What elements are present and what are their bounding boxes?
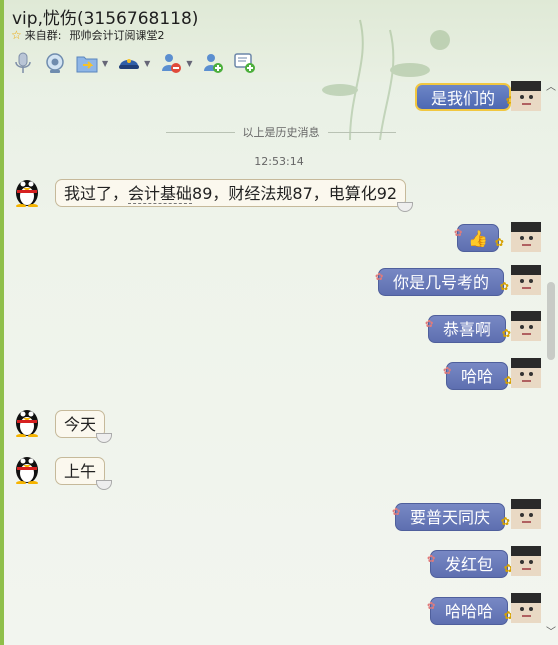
history-divider: 以上是历史消息 — [166, 124, 396, 140]
flower-icon: ✿ — [392, 507, 401, 518]
message-text: 恭喜啊 — [443, 320, 492, 339]
chat-bubble[interactable]: 要普天同庆 ✿ ✿ — [392, 503, 510, 531]
avatar[interactable] — [511, 265, 541, 295]
divider-line — [166, 131, 235, 133]
chat-bubble[interactable]: 发红包 ✿ ✿ — [427, 550, 513, 578]
voice-call-button[interactable] — [10, 50, 36, 76]
star-icon: ☆ — [11, 28, 22, 42]
avatar[interactable] — [511, 222, 541, 252]
flower-icon: ✿ — [500, 515, 511, 528]
chat-bubble[interactable]: 哈哈 ✿ ✿ — [443, 362, 513, 390]
app-hat-icon — [119, 59, 140, 69]
flower-icon: ✿ — [427, 601, 436, 612]
bowl-icon — [96, 480, 113, 490]
message-text-link[interactable]: 会计基础 — [128, 184, 193, 204]
flower-icon: ✿ — [427, 554, 436, 565]
add-contact-icon — [204, 54, 224, 73]
message-add-button[interactable] — [232, 50, 258, 76]
chat-bubble[interactable]: 是我们的 ✿ — [415, 83, 515, 111]
flower-icon: ✿ — [499, 280, 510, 293]
source-group-name[interactable]: 邢帅会计订阅课堂2 — [69, 27, 164, 43]
history-label: 以上是历史消息 — [242, 126, 320, 139]
folder-send-icon — [76, 56, 98, 73]
chat-bubble[interactable]: 你是几号考的 ✿ ✿ — [375, 268, 509, 296]
message-text: 今天 — [64, 415, 97, 434]
remove-contact-button[interactable] — [158, 50, 184, 76]
toolbar: ▼ ▼ ▼ — [10, 49, 264, 77]
avatar[interactable] — [511, 499, 541, 529]
chevron-down-icon[interactable]: ▼ — [186, 59, 192, 68]
source-group: ☆ 来自群: 邢帅会计订阅课堂2 — [11, 27, 164, 43]
app-button[interactable] — [116, 50, 142, 76]
chat-bubble[interactable]: 👍 ✿ ✿ — [454, 224, 504, 252]
background-ornament — [322, 19, 467, 140]
message-text-prefix: 我过了， — [64, 184, 129, 203]
add-contact-button[interactable] — [200, 50, 226, 76]
avatar[interactable] — [511, 81, 541, 111]
message-timestamp: 12:53:14 — [254, 155, 304, 168]
bowl-icon — [397, 202, 414, 212]
send-file-button[interactable] — [74, 50, 100, 76]
chat-title: vip,忧伤(3156768118) — [12, 9, 199, 29]
message-text: 哈哈哈 — [445, 602, 494, 621]
avatar[interactable] — [511, 546, 541, 576]
flower-icon: ✿ — [494, 236, 504, 249]
message-text: 上午 — [64, 462, 97, 481]
chat-bubble[interactable]: 上午 — [55, 457, 113, 490]
flower-icon: ✿ — [375, 272, 384, 283]
chevron-down-icon[interactable]: ▼ — [144, 59, 150, 68]
avatar[interactable] — [511, 593, 541, 623]
remove-contact-icon — [162, 54, 182, 73]
chat-bubble[interactable]: 恭喜啊 ✿ ✿ — [425, 315, 511, 343]
divider-line — [327, 131, 396, 133]
message-text-suffix: 89，财经法规87，电算化92 — [192, 184, 398, 203]
qq-penguin-avatar[interactable] — [13, 405, 41, 437]
scroll-track[interactable] — [547, 96, 555, 631]
message-text: 要普天同庆 — [410, 508, 491, 527]
source-prefix: 来自群: — [24, 29, 62, 42]
flower-icon: ✿ — [454, 228, 463, 239]
window-edge — [0, 0, 4, 645]
avatar[interactable] — [511, 311, 541, 341]
message-text: 是我们的 — [431, 89, 496, 108]
scroll-up-icon[interactable]: ︿ — [544, 82, 558, 94]
message-text: 哈哈 — [461, 367, 494, 386]
message-text: 你是几号考的 — [393, 273, 490, 292]
chat-bubble[interactable]: 今天 — [55, 410, 113, 443]
message-add-icon — [234, 53, 256, 73]
chat-bubble[interactable]: 哈哈哈 ✿ ✿ — [427, 597, 513, 625]
scroll-down-icon[interactable]: ﹀ — [544, 627, 558, 639]
qq-penguin-avatar[interactable] — [13, 175, 41, 207]
flower-icon: ✿ — [443, 366, 452, 377]
chat-scrollbar[interactable]: ︿ ﹀ — [544, 82, 558, 645]
message-text: 发红包 — [445, 555, 494, 574]
flower-icon: ✿ — [501, 327, 512, 340]
flower-icon: ✿ — [425, 319, 434, 330]
video-call-button[interactable] — [42, 50, 68, 76]
microphone-icon — [15, 52, 31, 73]
avatar[interactable] — [511, 358, 541, 388]
bowl-icon — [96, 433, 113, 443]
chevron-down-icon[interactable]: ▼ — [102, 59, 108, 68]
chat-bubble[interactable]: 我过了，会计基础89，财经法规87，电算化92 — [55, 179, 414, 212]
video-camera-icon — [46, 53, 64, 73]
thumbs-up-emoji: 👍 — [468, 229, 488, 248]
qq-penguin-avatar[interactable] — [13, 452, 41, 484]
scroll-thumb[interactable] — [547, 282, 555, 360]
